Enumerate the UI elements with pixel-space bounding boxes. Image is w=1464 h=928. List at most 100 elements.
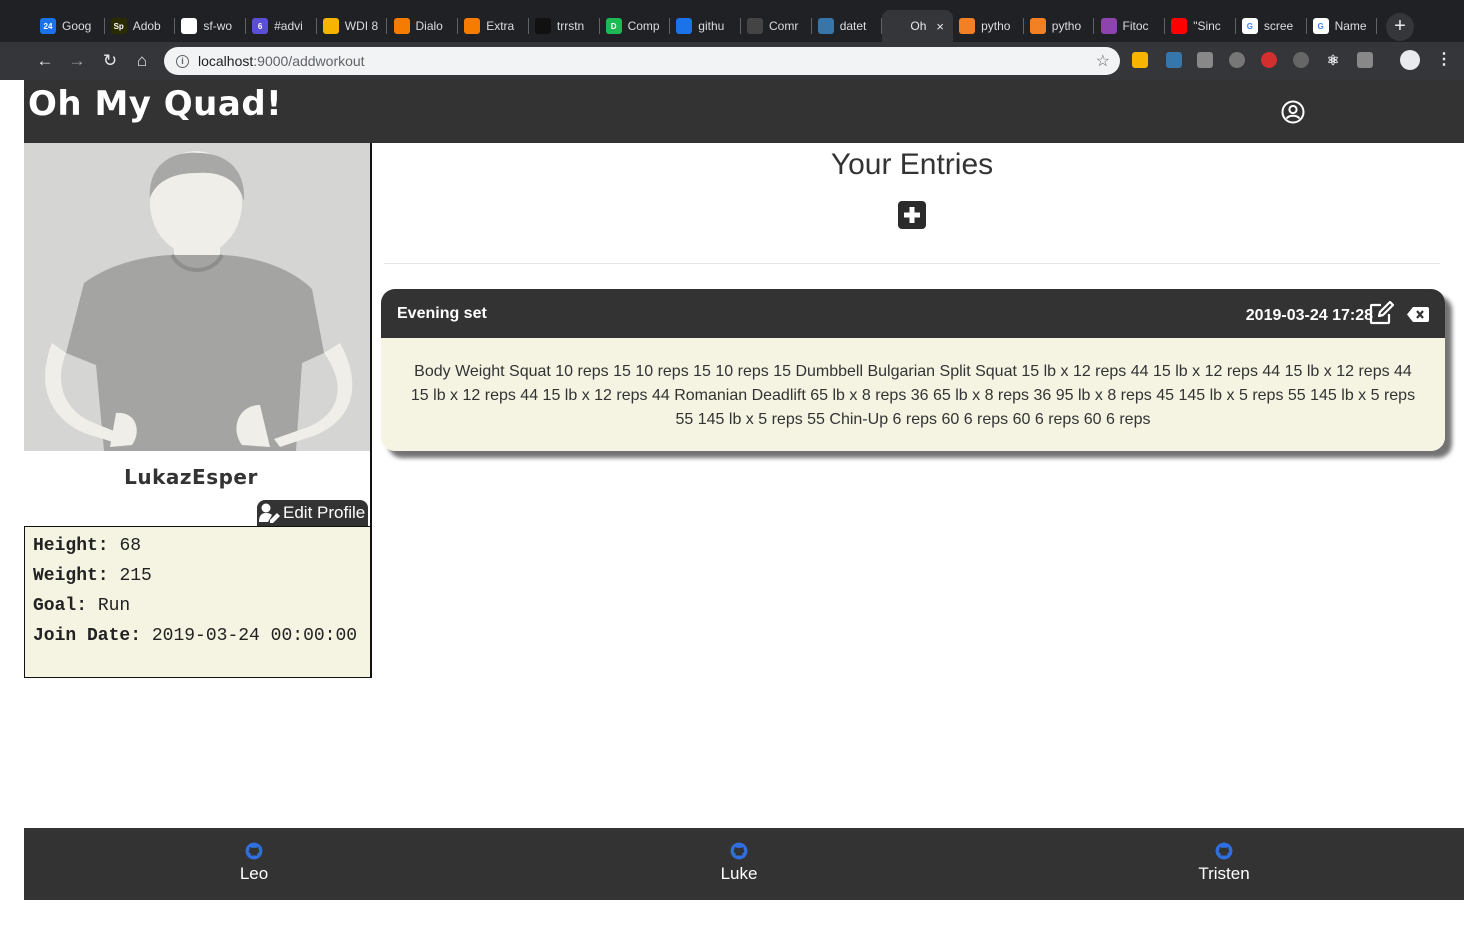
entry-title: Evening set <box>397 305 487 322</box>
url-host: localhost <box>198 53 254 69</box>
browser-tab[interactable]: "Sinc <box>1165 10 1236 42</box>
forward-icon[interactable]: → <box>66 50 88 72</box>
entry-header: Evening set 2019-03-24 17:28 <box>381 289 1445 338</box>
tab-label: datet <box>839 19 867 33</box>
stat-value: Run <box>97 596 131 616</box>
edit-profile-button[interactable]: Edit Profile <box>257 500 369 526</box>
user-account-icon[interactable] <box>1281 100 1305 124</box>
footer-link-label: Leo <box>239 864 269 883</box>
tab-label: Oh <box>910 19 927 33</box>
stat-label: Weight: <box>33 566 109 586</box>
extension-mouse-icon[interactable] <box>1293 52 1309 68</box>
tab-favicon-icon <box>322 18 339 34</box>
browser-menu-icon[interactable]: ⋮ <box>1436 52 1452 68</box>
browser-tab[interactable]: Sp Adob <box>105 10 176 42</box>
tab-label: Adob <box>132 19 161 33</box>
tab-label: WDI 8 <box>344 19 379 33</box>
browser-tab[interactable]: pytho <box>1024 10 1095 42</box>
user-edit-icon <box>259 503 280 523</box>
extension-shield-icon[interactable] <box>1229 52 1245 68</box>
browser-tab[interactable]: pytho <box>953 10 1024 42</box>
address-bar[interactable]: i localhost:9000/addworkout ☆ <box>164 47 1120 75</box>
browser-tab[interactable]: githu <box>670 10 741 42</box>
browser-tab[interactable]: Oh × <box>882 10 954 42</box>
bookmark-star-icon[interactable]: ☆ <box>1096 51 1110 71</box>
site-footer: Leo Luke Tristen <box>24 828 1464 900</box>
tab-label: #advi <box>274 19 303 33</box>
extension-k-icon[interactable] <box>1197 52 1213 68</box>
profile-stats: Height: 68 Weight: 215 Goal: Run Join Da… <box>24 526 370 678</box>
tab-label: Dialo <box>415 19 443 33</box>
browser-tab[interactable]: datet <box>812 10 883 42</box>
browser-tab[interactable]: 24 Goog <box>34 10 105 42</box>
github-icon <box>245 842 263 860</box>
stat-weight: Weight: 215 <box>33 561 362 591</box>
edit-icon[interactable] <box>1369 301 1395 325</box>
tab-favicon-icon <box>393 18 410 34</box>
tab-label: scree <box>1263 19 1294 33</box>
profile-sidebar: LukazEsper Edit Profile Height: 68 Weigh… <box>24 143 372 678</box>
divider <box>384 263 1440 264</box>
stat-label: Height: <box>33 536 109 556</box>
close-tab-icon[interactable]: × <box>936 19 944 34</box>
tab-favicon-icon: G <box>1312 18 1329 34</box>
extension-zero-icon[interactable] <box>1357 52 1373 68</box>
footer-link-tristen[interactable]: Tristen <box>1124 842 1324 884</box>
back-icon[interactable]: ← <box>34 50 56 72</box>
footer-link-leo[interactable]: Leo <box>154 842 354 884</box>
browser-tab[interactable]: Extra <box>458 10 529 42</box>
browser-tab-strip: 24 Goog Sp Adob sf-wo 6 #advi WDI 8 Dialo Extra tr… <box>0 0 1464 42</box>
browser-tab[interactable]: G Name <box>1307 10 1378 42</box>
extension-sticky-notes-icon[interactable] <box>1132 52 1148 68</box>
extension-python-icon[interactable] <box>1166 52 1182 68</box>
new-tab-button[interactable]: + <box>1386 13 1414 41</box>
browser-tab[interactable]: D Comp <box>600 10 671 42</box>
stat-goal: Goal: Run <box>33 591 362 621</box>
tab-label: Extra <box>486 19 515 33</box>
stat-value: 215 <box>119 566 152 586</box>
browser-tab[interactable]: Fitoc <box>1095 10 1166 42</box>
tab-favicon-icon <box>747 18 763 34</box>
footer-link-luke[interactable]: Luke <box>639 842 839 884</box>
browser-tab[interactable]: Dialo <box>388 10 459 42</box>
tab-favicon-icon <box>888 18 905 34</box>
tab-favicon-icon: G <box>1241 18 1258 34</box>
tab-label: Goog <box>62 19 92 33</box>
extension-react-icon[interactable]: ⚛ <box>1325 52 1341 68</box>
plus-icon <box>904 207 920 223</box>
footer-link-label: Luke <box>720 864 758 883</box>
tab-favicon-icon <box>817 18 834 34</box>
tab-label: githu <box>698 19 725 33</box>
stat-height: Height: 68 <box>33 531 362 561</box>
stat-label: Join Date: <box>33 626 142 646</box>
tab-label: trrstn <box>556 19 585 33</box>
tab-label: Name <box>1334 19 1367 33</box>
home-icon[interactable]: ⌂ <box>131 50 153 72</box>
browser-tab[interactable]: WDI 8 <box>317 10 388 42</box>
add-entry-button[interactable] <box>898 201 926 229</box>
extension-adblock-icon[interactable] <box>1261 52 1277 68</box>
brand-logo[interactable]: Oh My Quad! <box>28 84 282 124</box>
entry-date: 2019-03-24 17:28 <box>1245 307 1373 324</box>
tab-favicon-icon: 24 <box>40 18 56 34</box>
url-path: :9000/addworkout <box>253 53 365 69</box>
tab-label: Comp <box>627 19 660 33</box>
tab-favicon-icon <box>676 18 693 34</box>
browser-tab[interactable]: Comr <box>741 10 812 42</box>
browser-tab[interactable]: 6 #advi <box>246 10 317 42</box>
tab-favicon-icon: Sp <box>110 18 127 34</box>
site-info-icon[interactable]: i <box>176 54 189 68</box>
profile-avatar-icon[interactable] <box>1400 50 1420 70</box>
delete-backspace-icon[interactable] <box>1407 307 1429 322</box>
default-user-illustration <box>24 143 370 451</box>
browser-tab[interactable]: trrstn <box>529 10 600 42</box>
footer-link-label: Tristen <box>1198 864 1250 883</box>
tab-favicon-icon <box>959 18 976 34</box>
browser-tab[interactable]: sf-wo <box>175 10 247 42</box>
tab-label: sf-wo <box>203 19 233 33</box>
reload-icon[interactable]: ↻ <box>99 50 121 72</box>
entry-body: Body Weight Squat 10 reps 15 10 reps 15 … <box>381 338 1445 451</box>
tab-favicon-icon <box>181 18 198 34</box>
stat-join-date: Join Date: 2019-03-24 00:00:00 <box>33 621 362 651</box>
browser-tab[interactable]: Gscree <box>1236 10 1307 42</box>
